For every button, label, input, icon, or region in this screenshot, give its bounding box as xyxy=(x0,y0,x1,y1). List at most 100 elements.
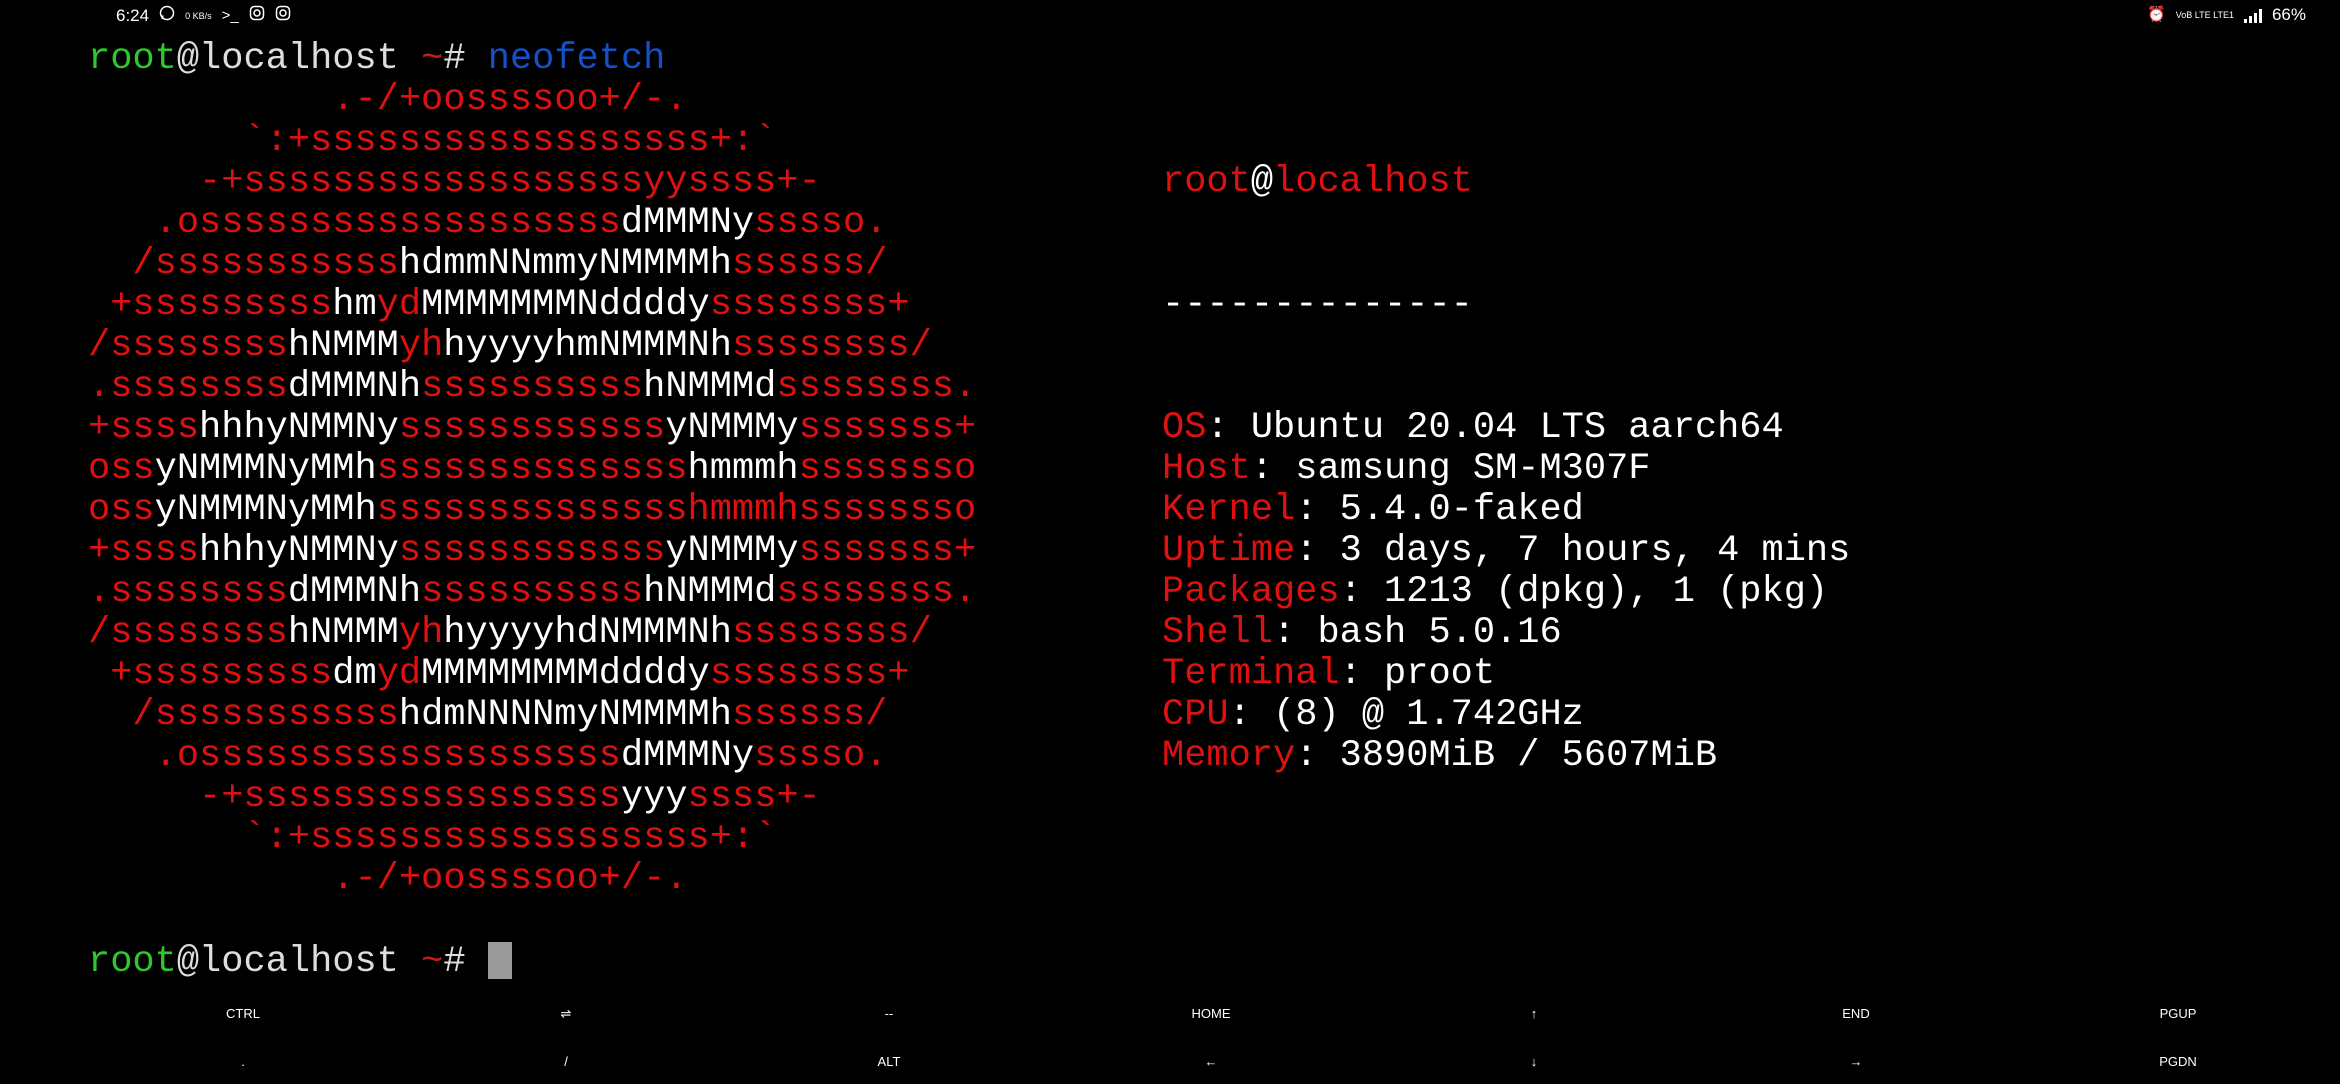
logo-segment: hNMMM xyxy=(287,612,399,654)
logo-line: .osssssssssssssssssssdMMMNysssso. xyxy=(88,203,976,244)
ctrl-key[interactable]: CTRL xyxy=(163,992,323,1036)
end-key[interactable]: END xyxy=(1776,992,1936,1036)
alt-key[interactable]: ALT xyxy=(809,1040,969,1084)
battery-percent: 66% xyxy=(2271,5,2306,24)
logo-segment: .ssssssss xyxy=(88,366,288,408)
info-label: Packages xyxy=(1162,571,1340,613)
info-row-os: OS: Ubuntu 20.04 LTS aarch64 xyxy=(1162,408,1850,449)
dash-key[interactable]: -- xyxy=(809,992,969,1036)
info-label: Host xyxy=(1162,448,1251,490)
logo-segment: yNMMMy xyxy=(665,530,799,572)
whatsapp-icon xyxy=(159,5,175,27)
arrow-left-key[interactable]: ← xyxy=(1131,1040,1291,1084)
page-up-key[interactable]: PGUP xyxy=(2098,992,2258,1036)
logo-line: +sssssssssdmydMMMMMMMMddddyssssssss+ xyxy=(88,654,976,695)
status-right: ⏰ VoB LTE LTE1 66% xyxy=(2147,5,2306,25)
text-cursor[interactable] xyxy=(487,942,512,979)
prompt-user: root xyxy=(88,941,177,983)
logo-line: .ssssssssdMMMNhsssssssssshNMMMdssssssss. xyxy=(88,572,976,613)
logo-segment: hNMMMd xyxy=(643,366,777,408)
logo-segment: ssssssss+ xyxy=(709,284,910,326)
slash-key[interactable]: / xyxy=(486,1040,646,1084)
logo-line: /sssssssshNMMMyhhyyyyhmNMMMNhssssssss/ xyxy=(88,326,976,367)
logo-segment: yd xyxy=(376,653,422,695)
prompt-tilde: ~ xyxy=(398,941,444,983)
logo-segment: /sssssssssss xyxy=(88,243,399,285)
logo-segment: hhhyNMMNy xyxy=(199,407,399,449)
logo-line: ossyNMMMNyMMhsssssssssssssshmmmhssssssso xyxy=(88,490,976,531)
logo-segment: sssso. xyxy=(754,202,888,244)
info-label: Uptime xyxy=(1162,530,1296,572)
logo-segment: ssssss/ xyxy=(731,694,888,736)
logo-segment: hdmmNNmmyNMMMMh xyxy=(398,243,732,285)
data-speed-icon: 0 KB/s xyxy=(185,10,212,21)
logo-segment: yNMMMy xyxy=(665,407,799,449)
logo-segment: dMMMNh xyxy=(287,366,422,408)
period-key[interactable]: . xyxy=(163,1040,323,1084)
logo-segment: ssssssss/ xyxy=(731,325,932,367)
info-row-memory: Memory: 3890MiB / 5607MiB xyxy=(1162,736,1850,777)
logo-segment: ssssssssss xyxy=(421,366,644,408)
alarm-icon: ⏰ xyxy=(2147,6,2166,23)
logo-segment: sssssssssssssshmmmhssssssso xyxy=(376,489,977,531)
logo-line: /ssssssssssshdmmNNmmyNMMMMhssssss/ xyxy=(88,244,976,285)
logo-segment: .osssssssssssssssssss xyxy=(88,202,621,244)
signal-icon xyxy=(2243,7,2262,23)
prompt-at: @ xyxy=(176,941,200,983)
logo-segment: yh xyxy=(398,612,444,654)
volte-lte-icon: VoB LTE LTE1 xyxy=(2175,9,2234,20)
arrow-up-key[interactable]: ↑ xyxy=(1454,992,1614,1036)
instagram-icon xyxy=(249,5,265,27)
info-label: CPU xyxy=(1162,694,1229,736)
terminal-icon: >_ xyxy=(221,7,239,24)
arrow-right-key[interactable]: → xyxy=(1776,1040,1936,1084)
logo-segment: ssssssssss xyxy=(421,571,644,613)
info-label: Shell xyxy=(1162,612,1274,654)
info-row-terminal: Terminal: proot xyxy=(1162,654,1850,695)
instagram-icon xyxy=(275,5,291,27)
info-separator: -------------- xyxy=(1162,284,1473,326)
prompt-hash: # xyxy=(443,38,488,80)
logo-segment: yyy xyxy=(620,776,688,818)
logo-segment: yh xyxy=(398,325,444,367)
logo-segment: hyyyyhmNMMMNh xyxy=(443,325,732,367)
logo-segment: hNMMMd xyxy=(643,571,777,613)
logo-line: `:+ssssssssssssssssss+:` xyxy=(88,121,976,162)
page-down-key[interactable]: PGDN xyxy=(2098,1040,2258,1084)
logo-segment: +sssssssss xyxy=(88,653,333,695)
logo-segment: oss xyxy=(88,489,155,531)
info-host: localhost xyxy=(1273,161,1473,203)
logo-line: -+sssssssssssssssssyyyssss+- xyxy=(88,777,976,818)
tab-key[interactable]: ⇌ xyxy=(486,992,646,1036)
input-line[interactable]: root@localhost ~# xyxy=(88,942,512,983)
logo-segment: hNMMM xyxy=(287,325,399,367)
extra-keys-bar: CTRL ⇌ -- HOME ↑ END PGUP. / ALT ← ↓ → PGDN xyxy=(0,992,2340,1080)
info-value: : 3 days, 7 hours, 4 mins xyxy=(1295,530,1851,572)
prompt-hash: # xyxy=(443,941,488,983)
logo-segment: /ssssssss xyxy=(88,325,288,367)
info-value: : 1213 (dpkg), 1 (pkg) xyxy=(1339,571,1829,613)
logo-line: +ssssssssshmydMMMMMMMNddddyssssssss+ xyxy=(88,285,976,326)
logo-segment: dm xyxy=(332,653,377,695)
info-value: : 5.4.0-faked xyxy=(1295,489,1584,531)
logo-segment: hhhyNMMNy xyxy=(199,530,399,572)
arrow-down-key[interactable]: ↓ xyxy=(1454,1040,1614,1084)
logo-segment: ssss+- xyxy=(687,776,821,818)
logo-segment: ssssssso xyxy=(798,448,977,490)
logo-segment: +ssss xyxy=(88,530,200,572)
logo-segment: ssssssss+ xyxy=(709,653,910,695)
home-key[interactable]: HOME xyxy=(1131,992,1291,1036)
info-row-packages: Packages: 1213 (dpkg), 1 (pkg) xyxy=(1162,572,1850,613)
logo-segment: MMMMMMMNddddy xyxy=(421,284,710,326)
info-value: : bash 5.0.16 xyxy=(1273,612,1562,654)
info-row-kernel: Kernel: 5.4.0-faked xyxy=(1162,490,1850,531)
logo-segment: .-/+oossssoo+/-. xyxy=(88,79,688,121)
logo-segment: ssssssssssss xyxy=(398,407,666,449)
logo-segment: oss xyxy=(88,448,155,490)
status-left: 6:24 0 KB/s >_ xyxy=(116,5,291,27)
system-info: root@localhost -------------- OS: Ubuntu… xyxy=(1162,80,1850,818)
logo-segment: hm xyxy=(332,284,377,326)
info-label: Memory xyxy=(1162,735,1296,777)
logo-segment: /sssssssssss xyxy=(88,694,399,736)
logo-segment: MMMMMMMMddddy xyxy=(421,653,710,695)
